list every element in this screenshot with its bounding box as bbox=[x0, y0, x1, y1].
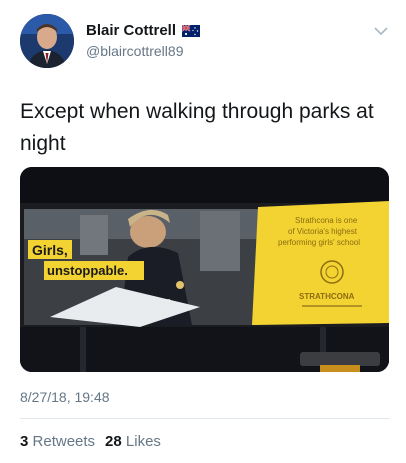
retweets-label: Retweets bbox=[32, 433, 96, 450]
retweets-count: 3 bbox=[20, 433, 29, 450]
retweets-stat[interactable]: 3 Retweets bbox=[20, 433, 95, 450]
author-name-row: Blair Cottrell bbox=[86, 20, 201, 40]
billboard-text-line-3: performing girls' school bbox=[278, 238, 360, 247]
billboard-text-unstoppable: unstoppable. bbox=[47, 263, 128, 278]
divider bbox=[20, 418, 390, 419]
billboard-brand: STRATHCONA bbox=[299, 292, 355, 301]
likes-count: 28 bbox=[105, 433, 122, 450]
likes-stat[interactable]: 28 Likes bbox=[105, 433, 161, 450]
chevron-down-icon[interactable] bbox=[374, 26, 388, 36]
tweet-media-image[interactable]: Girls, unstoppable. Strathcona is one of… bbox=[20, 167, 389, 372]
billboard-text-line-1: Strathcona is one bbox=[295, 216, 358, 225]
likes-label: Likes bbox=[125, 433, 161, 450]
tweet-text: Except when walking through parks at nig… bbox=[20, 100, 374, 155]
handle[interactable]: @blaircottrell89 bbox=[86, 43, 183, 59]
tweet-card: Blair Cottrell @blaircottrell89 Except w… bbox=[0, 0, 406, 463]
billboard-text-girls: Girls, bbox=[32, 242, 68, 258]
billboard-text-line-2: of Victoria's highest bbox=[288, 227, 358, 236]
display-name[interactable]: Blair Cottrell bbox=[86, 22, 176, 39]
tweet-stats: 3 Retweets 28 Likes bbox=[20, 433, 161, 450]
australia-flag-icon bbox=[181, 24, 201, 37]
tweet-timestamp[interactable]: 8/27/18, 19:48 bbox=[20, 389, 110, 405]
avatar[interactable] bbox=[20, 14, 74, 68]
